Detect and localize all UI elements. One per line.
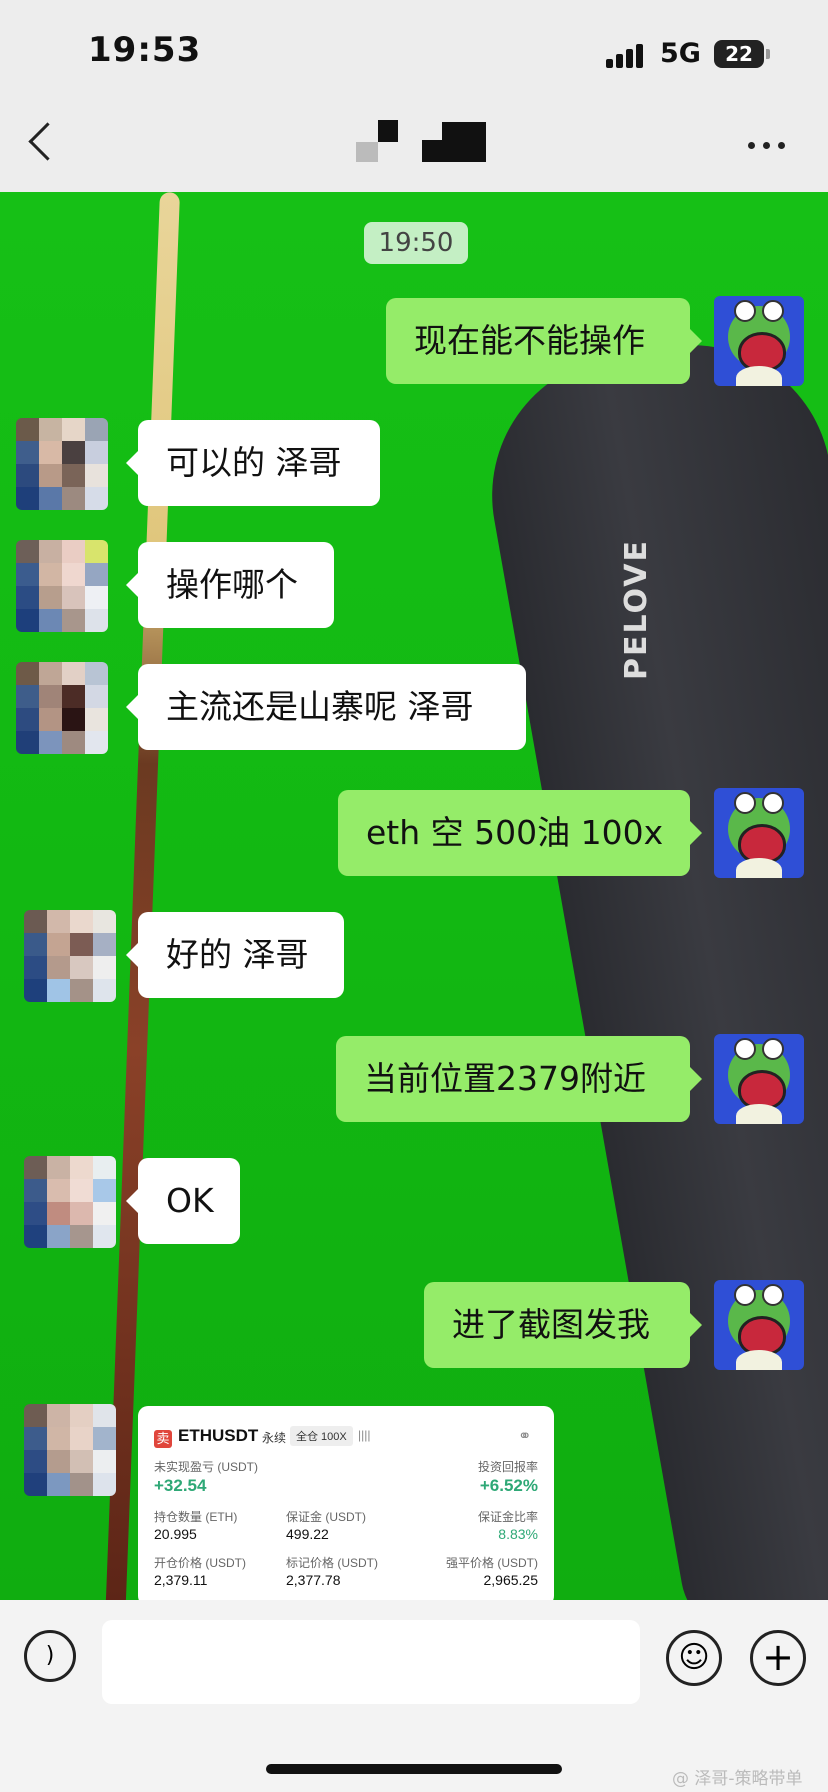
status-time: 19:53 <box>88 30 202 70</box>
margin-ratio-value: 8.83% <box>498 1526 538 1542</box>
share-icon: ⚭ <box>518 1428 532 1445</box>
position-label: 持仓数量 (ETH) <box>154 1510 238 1524</box>
trade-bars: |||| <box>358 1428 371 1442</box>
margin-label: 保证金 (USDT) <box>286 1510 366 1524</box>
roi-label: 投资回报率 <box>477 1460 538 1474</box>
unrealized-pnl: +32.54 <box>154 1476 207 1495</box>
background-cue <box>105 192 180 1600</box>
message-bubble-out[interactable]: 当前位置2379附近 <box>336 1036 702 1122</box>
watermark: @ 泽哥-策略带单 <box>672 1769 803 1789</box>
message-bubble-out[interactable]: 进了截图发我 <box>424 1282 702 1368</box>
plus-icon[interactable]: + <box>750 1630 806 1686</box>
signal-icon <box>606 42 646 68</box>
contact-avatar[interactable] <box>24 1404 116 1496</box>
network-label: 5G <box>660 38 701 69</box>
message-bubble-in[interactable]: 可以的 泽哥 <box>126 420 380 506</box>
frog-avatar[interactable] <box>714 788 804 878</box>
battery-tip <box>766 49 770 59</box>
liq-price-value: 2,965.25 <box>483 1572 539 1588</box>
message-bubble-out[interactable]: 现在能不能操作 <box>386 298 702 384</box>
status-bar: 19:53 5G 22 <box>0 0 828 100</box>
message-bubble-in[interactable]: 主流还是山寨呢 泽哥 <box>126 664 526 750</box>
battery-icon: 22 <box>714 40 764 68</box>
case-logo: PELOVE <box>618 539 654 680</box>
entry-price-label: 开仓价格 (USDT) <box>154 1556 246 1570</box>
liq-price-label: 强平价格 (USDT) <box>446 1556 538 1570</box>
emoji-icon[interactable]: ☺ <box>666 1630 722 1686</box>
home-indicator <box>266 1764 562 1774</box>
margin-ratio-label: 保证金比率 <box>477 1510 538 1524</box>
frog-avatar[interactable] <box>714 1280 804 1370</box>
sell-tag: 卖 <box>154 1430 172 1448</box>
contact-avatar[interactable] <box>16 662 108 754</box>
message-input[interactable] <box>102 1620 640 1704</box>
more-icon[interactable] <box>748 142 788 150</box>
unrealized-pnl-label: 未实现盈亏 (USDT) <box>154 1460 258 1474</box>
message-bubble-in[interactable]: OK <box>126 1158 240 1244</box>
contact-avatar[interactable] <box>24 910 116 1002</box>
contact-avatar[interactable] <box>24 1156 116 1248</box>
voice-icon[interactable]: ) <box>24 1630 76 1682</box>
entry-price-value: 2,379.11 <box>154 1572 208 1588</box>
contact-avatar[interactable] <box>16 418 108 510</box>
trade-symbol: ETHUSDT <box>178 1426 259 1445</box>
trade-screenshot-message[interactable]: 卖 ETHUSDT 永续 全仓 100X |||| ⚭ 未实现盈亏 (USDT)… <box>138 1406 554 1600</box>
message-bubble-out[interactable]: eth 空 500油 100x <box>338 790 702 876</box>
chat-area[interactable]: PELOVE 19:50 现在能不能操作 可以的 泽哥 操作哪个 主流还是山寨呢… <box>0 192 828 1600</box>
roi-value: +6.52% <box>479 1476 538 1495</box>
mark-price-label: 标记价格 (USDT) <box>286 1556 378 1570</box>
trade-perp: 永续 <box>262 1431 287 1445</box>
frog-avatar[interactable] <box>714 1034 804 1124</box>
chat-timestamp: 19:50 <box>364 222 468 264</box>
chat-title-redacted <box>352 120 492 170</box>
margin-value: 499.22 <box>286 1526 329 1542</box>
message-bubble-in[interactable]: 操作哪个 <box>126 542 334 628</box>
position-value: 20.995 <box>154 1526 197 1542</box>
trade-mode: 全仓 100X <box>290 1426 353 1446</box>
frog-avatar[interactable] <box>714 296 804 386</box>
message-bubble-in[interactable]: 好的 泽哥 <box>126 912 344 998</box>
contact-avatar[interactable] <box>16 540 108 632</box>
mark-price-value: 2,377.78 <box>286 1572 341 1588</box>
